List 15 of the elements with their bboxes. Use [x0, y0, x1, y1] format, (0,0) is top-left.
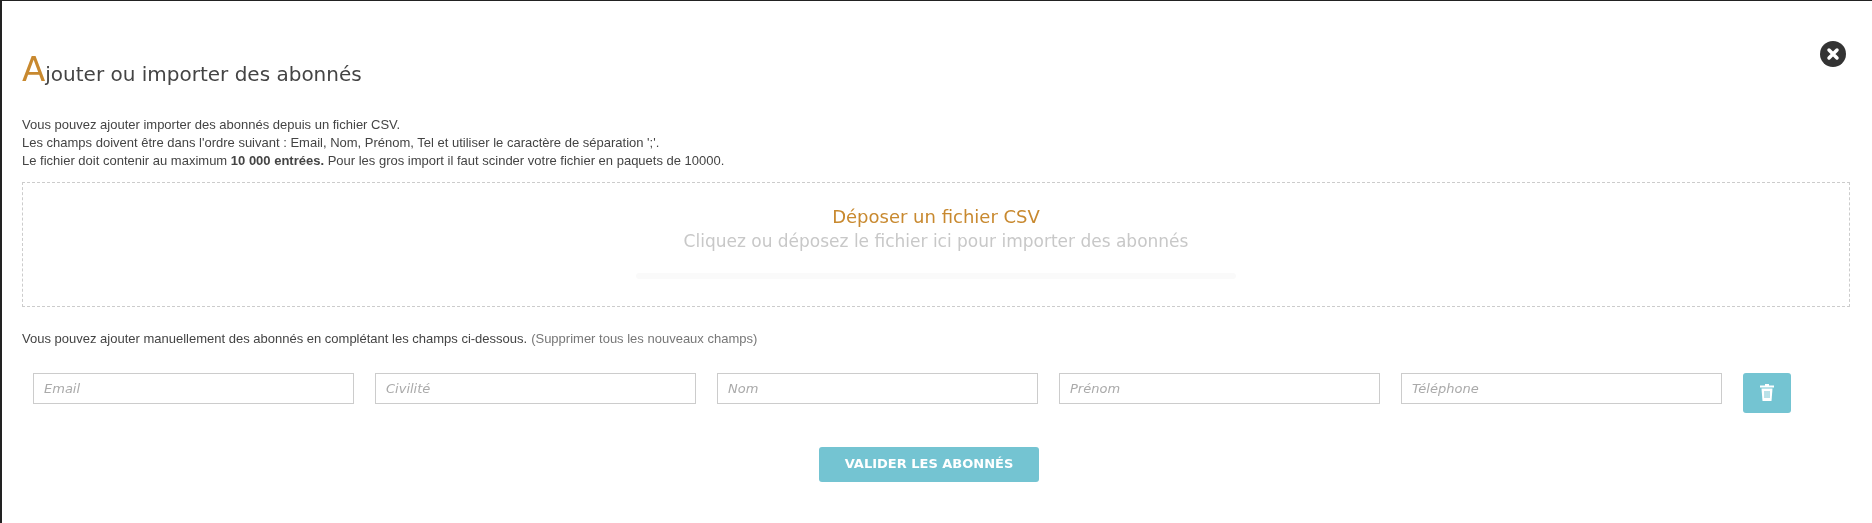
dropzone-title: Déposer un fichier CSV — [832, 205, 1040, 229]
input-field[interactable]: Téléphone — [1401, 372, 1722, 404]
info-text: Les champs doivent être dans l'ordre suivant : Email, Nom, Prénom, Tel et utiliser le caractère de séparation ';'. — [22, 134, 660, 152]
trash-icon — [1760, 384, 1774, 401]
manual-text: Vous pouvez ajouter manuellement des abonnés en complétant les champs ci-dessous. — [22, 330, 528, 348]
submit-button[interactable]: VALIDER LES ABONNÉS — [819, 446, 1039, 482]
dialog-title: Ajouter ou importer des abonnés — [22, 49, 362, 91]
input-field[interactable]: Civilité — [375, 372, 696, 404]
close-icon[interactable] — [1820, 41, 1846, 67]
input-field[interactable]: Prénom — [1059, 372, 1380, 404]
input-field[interactable]: Nom — [717, 372, 1038, 404]
info-text: Le fichier doit contenir au maximum 10 000 entrées. Pour les gros import il faut scinder votre fichier en paquets de 10000. — [22, 152, 725, 170]
info-text: Vous pouvez ajouter importer des abonnés depuis un fichier CSV. — [22, 116, 401, 134]
input-field[interactable]: Email — [33, 372, 354, 404]
remove-fields-link[interactable]: (Supprimer tous les nouveaux champs) — [531, 329, 758, 349]
